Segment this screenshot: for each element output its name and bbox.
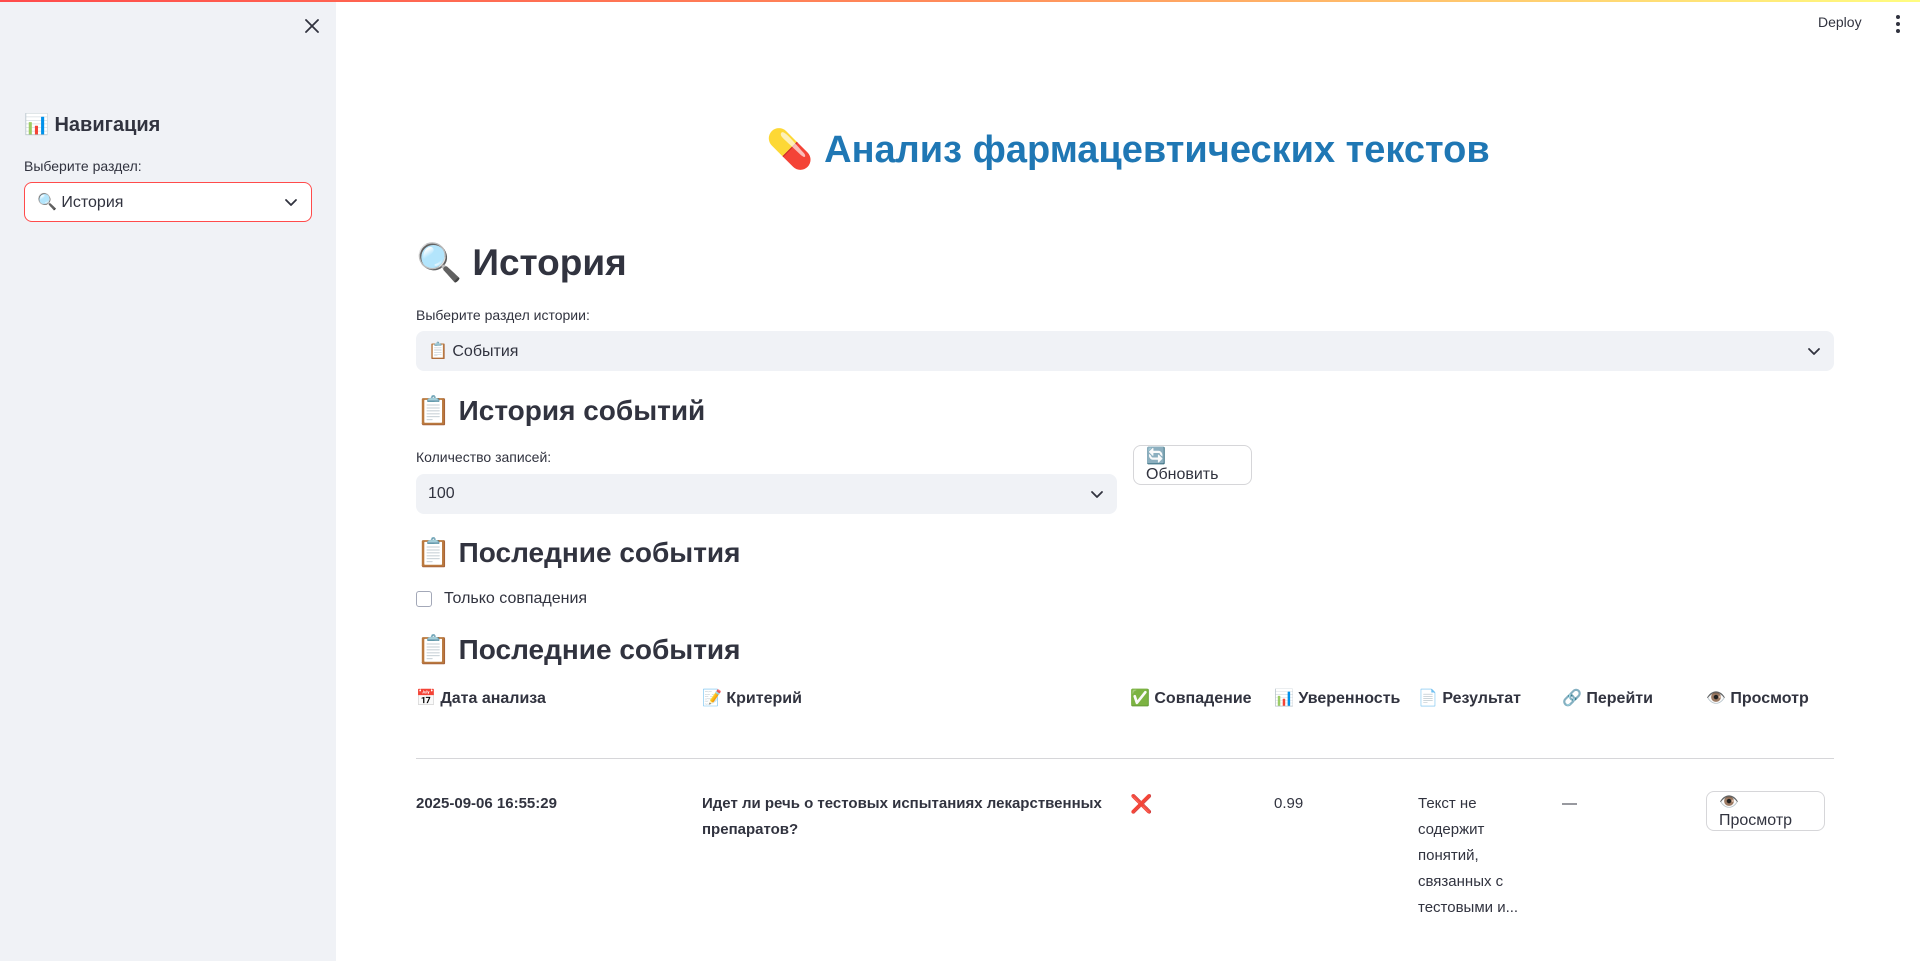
kebab-dot-icon [1896, 22, 1900, 26]
table-divider [416, 758, 1834, 759]
sidebar-title: 📊 Навигация [24, 114, 161, 136]
row-goto: — [1562, 795, 1577, 812]
records-count-value: 100 [428, 485, 455, 502]
recent-events-table-heading: 📋 Последние события [416, 634, 741, 665]
history-section-select-value: 📋 События [428, 343, 519, 360]
close-icon [305, 19, 319, 33]
history-section-select-label: Выберите раздел истории: [416, 307, 590, 323]
only-matches-checkbox[interactable] [416, 591, 432, 607]
column-header-match: ✅ Совпадение [1130, 690, 1252, 707]
chevron-down-icon [1089, 486, 1105, 502]
history-section-select[interactable]: 📋 События [416, 331, 1834, 371]
column-header-date: 📅 Дата анализа [416, 690, 546, 707]
row-criterion: Идет ли речь о тестовых испытаниях лекар… [702, 795, 1102, 838]
deploy-button[interactable]: Deploy [1818, 14, 1862, 30]
only-matches-label: Только совпадения [444, 590, 588, 607]
row-result: Текст не содержит понятий, связанных с т… [1418, 795, 1519, 916]
kebab-dot-icon [1896, 29, 1900, 33]
column-header-result: 📄 Результат [1418, 690, 1521, 707]
row-confidence: 0.99 [1274, 795, 1304, 812]
page-title: 🔍 История [416, 242, 627, 283]
only-matches-checkbox-row[interactable]: Только совпадения [416, 590, 587, 608]
close-sidebar-button[interactable] [300, 14, 324, 38]
section-select-value: 🔍 История [37, 194, 124, 211]
section-select[interactable]: 🔍 История [24, 182, 312, 222]
chevron-down-icon [283, 194, 299, 210]
column-header-confidence: 📊 Уверенность [1274, 690, 1401, 707]
refresh-button[interactable]: 🔄 Обновить [1133, 445, 1252, 485]
recent-events-heading: 📋 Последние события [416, 537, 741, 568]
records-count-select[interactable]: 100 [416, 474, 1117, 514]
records-count-label: Количество записей: [416, 449, 552, 465]
view-button[interactable]: 👁️ Просмотр [1706, 791, 1825, 831]
column-header-view: 👁️ Просмотр [1706, 690, 1809, 707]
row-date: 2025-09-06 16:55:29 [416, 795, 557, 812]
events-history-heading: 📋 История событий [416, 395, 706, 426]
app-title: 💊 Анализ фармацевтических текстов [766, 129, 1490, 171]
sidebar: 📊 Навигация Выберите раздел: 🔍 История [0, 0, 336, 961]
column-header-criterion: 📝 Критерий [702, 690, 802, 707]
column-header-goto: 🔗 Перейти [1562, 690, 1653, 707]
chevron-down-icon [1806, 343, 1822, 359]
row-match-status: ❌ [1130, 794, 1153, 814]
top-decoration-bar [0, 0, 1920, 2]
kebab-dot-icon [1896, 15, 1900, 19]
main-menu-button[interactable] [1888, 14, 1908, 34]
section-select-label: Выберите раздел: [24, 158, 142, 174]
